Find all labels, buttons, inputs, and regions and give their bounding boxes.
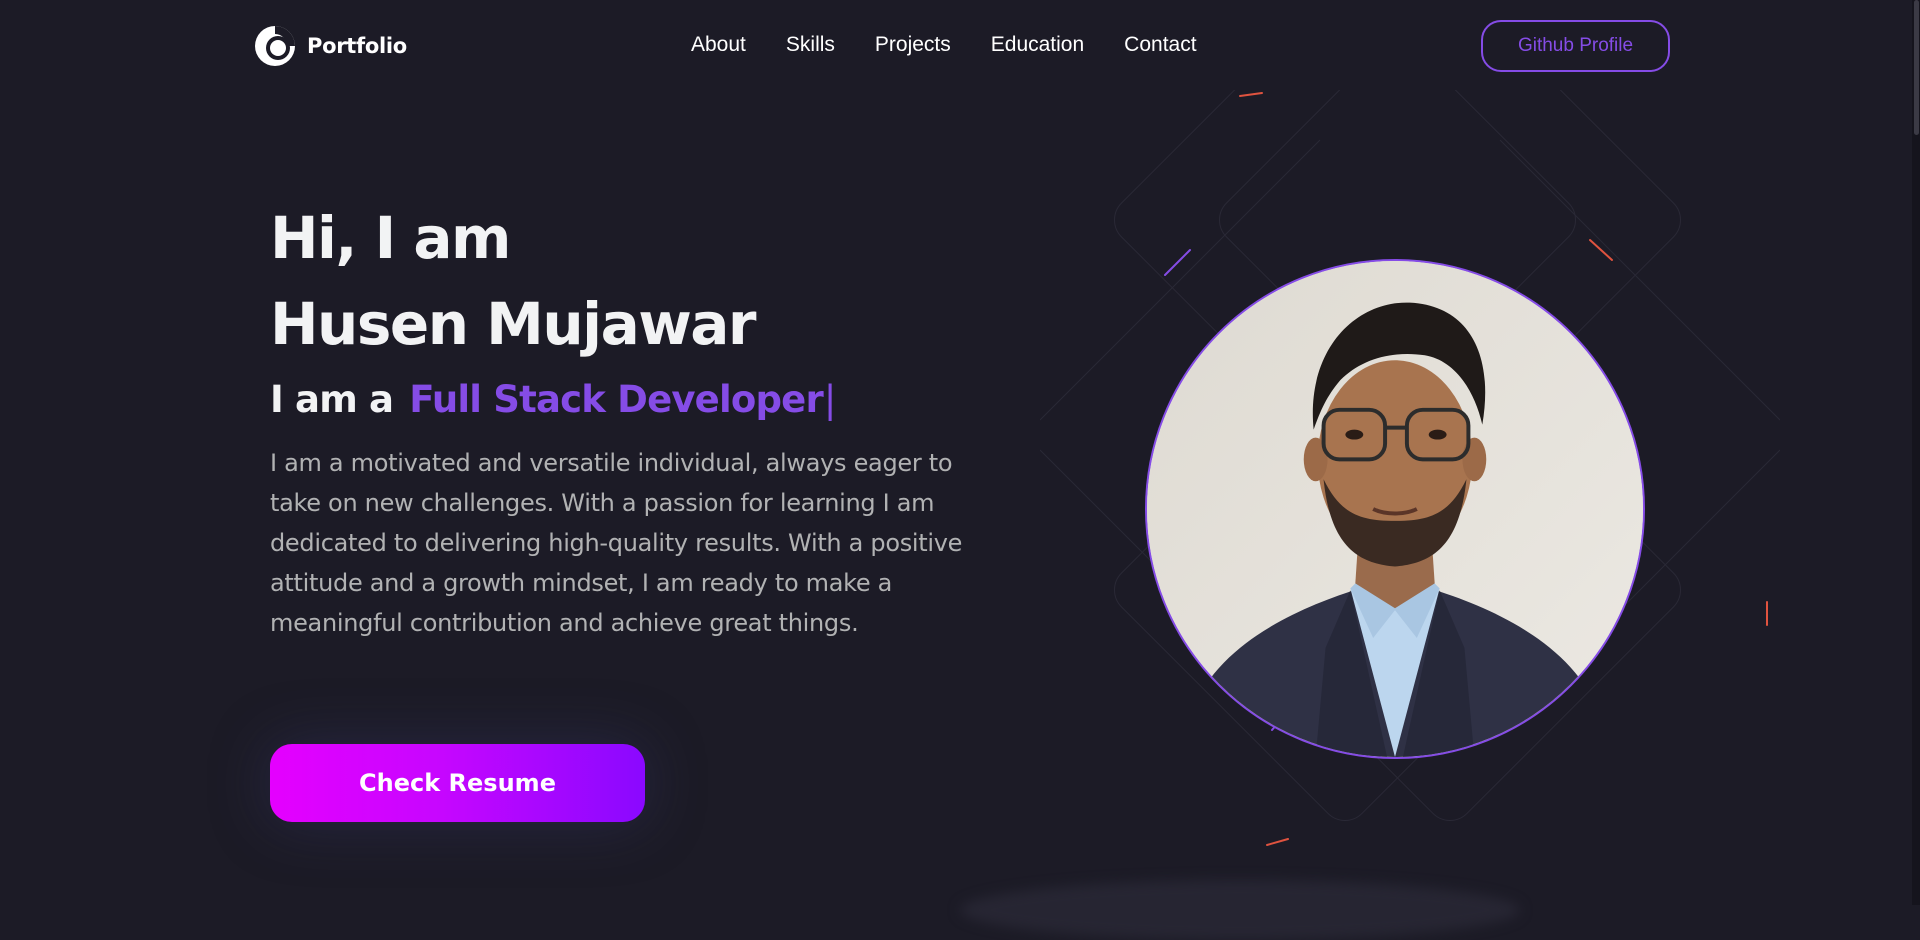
hero-description: I am a motivated and versatile individua… bbox=[270, 449, 963, 637]
profile-photo-illustration bbox=[1147, 261, 1643, 757]
logo-text: Portfolio bbox=[307, 34, 407, 58]
check-resume-button[interactable]: Check Resume bbox=[270, 744, 645, 822]
role-line: I am a Full Stack Developer | bbox=[270, 369, 970, 429]
section-divider-glow bbox=[960, 880, 1520, 940]
page-scrollbar-thumb[interactable] bbox=[1914, 0, 1919, 135]
profile-photo bbox=[1145, 259, 1645, 759]
logo-link[interactable]: Portfolio bbox=[253, 24, 407, 68]
nav-link-projects[interactable]: Projects bbox=[875, 33, 951, 57]
hero-text: Hi, I am Husen Mujawar I am a Full Stack… bbox=[270, 195, 970, 643]
hero-greeting: Hi, I am bbox=[270, 204, 512, 272]
nav-links: About Skills Projects Education Contact bbox=[691, 33, 1237, 57]
navbar: Portfolio About Skills Projects Educatio… bbox=[0, 0, 1920, 92]
page-scrollbar-track[interactable] bbox=[1912, 0, 1920, 905]
github-profile-button[interactable]: Github Profile bbox=[1481, 20, 1670, 72]
nav-link-education[interactable]: Education bbox=[991, 33, 1084, 57]
logo-icon bbox=[255, 26, 295, 66]
nav-link-skills[interactable]: Skills bbox=[786, 33, 835, 57]
typewriter-caret: | bbox=[823, 377, 836, 421]
nav-link-about[interactable]: About bbox=[691, 33, 746, 57]
role-typewriter-text: Full Stack Developer bbox=[409, 377, 824, 421]
role-prefix: I am a bbox=[270, 377, 394, 421]
hero-name: Husen Mujawar bbox=[270, 290, 757, 358]
hero-title: Hi, I am Husen Mujawar bbox=[270, 195, 970, 367]
nav-link-contact[interactable]: Contact bbox=[1124, 33, 1196, 57]
